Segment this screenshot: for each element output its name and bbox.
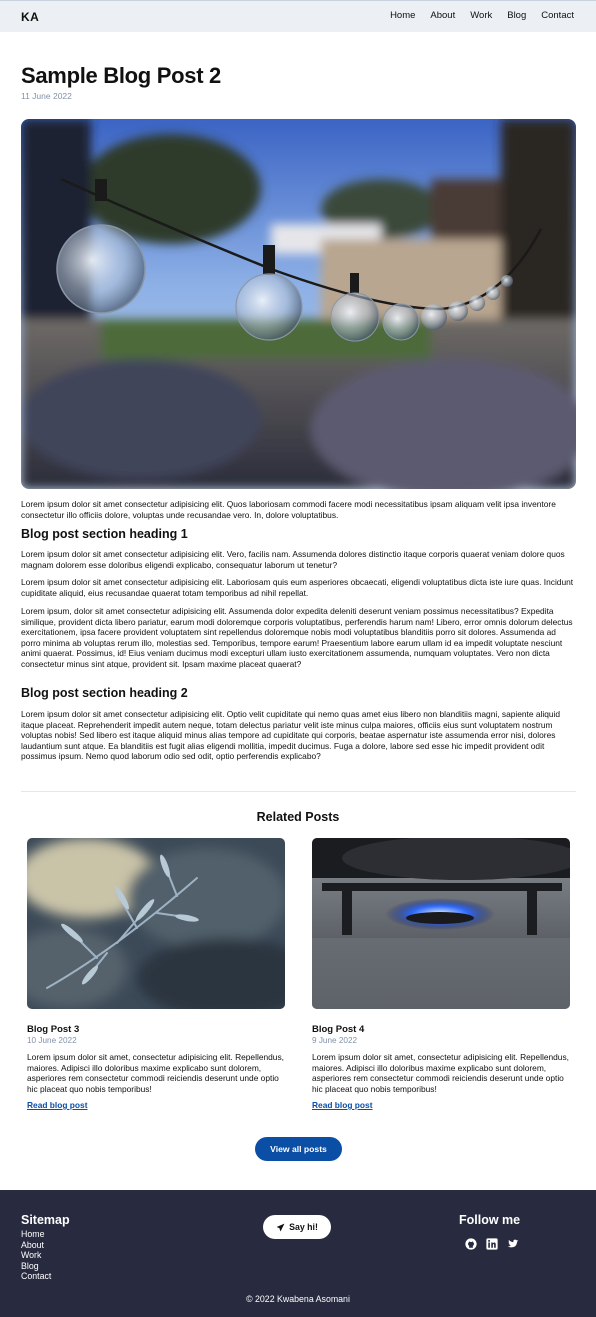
card-date: 9 June 2022 xyxy=(312,1036,358,1045)
section1-paragraph-3: Lorem ipsum, dolor sit amet consectetur … xyxy=(21,606,573,669)
card-title: Blog Post 4 xyxy=(312,1024,365,1035)
post-date: 11 June 2022 xyxy=(21,91,72,101)
read-blog-post-link[interactable]: Read blog post xyxy=(27,1100,88,1110)
nav-about[interactable]: About xyxy=(430,10,455,21)
say-hi-button[interactable]: Say hi! xyxy=(263,1215,331,1239)
section1-paragraph-2: Lorem ipsum dolor sit amet consectetur a… xyxy=(21,577,574,598)
section-divider xyxy=(21,791,576,792)
linkedin-icon[interactable] xyxy=(486,1237,498,1250)
sitemap-title: Sitemap xyxy=(21,1213,70,1227)
post-intro: Lorem ipsum dolor sit amet consectetur a… xyxy=(21,499,556,520)
section-heading-2: Blog post section heading 2 xyxy=(21,686,188,700)
nav-work[interactable]: Work xyxy=(470,10,492,21)
site-footer: Sitemap Home About Work Blog Contact Say… xyxy=(0,1190,596,1317)
hero-image xyxy=(21,119,576,489)
sitemap-list: Home About Work Blog Contact xyxy=(21,1229,51,1282)
view-all-posts-button[interactable]: View all posts xyxy=(255,1137,342,1161)
nav-blog[interactable]: Blog xyxy=(507,10,526,21)
paper-plane-icon xyxy=(276,1223,285,1231)
card-date: 10 June 2022 xyxy=(27,1036,77,1045)
sitemap-about[interactable]: About xyxy=(21,1240,44,1250)
section1-paragraph-1: Lorem ipsum dolor sit amet consectetur a… xyxy=(21,549,565,570)
related-posts-title: Related Posts xyxy=(256,810,340,824)
nav-home[interactable]: Home xyxy=(390,10,415,21)
site-logo[interactable]: KA xyxy=(21,10,39,24)
section2-paragraph-1: Lorem ipsum dolor sit amet consectetur a… xyxy=(21,709,561,762)
say-hi-label: Say hi! xyxy=(289,1222,318,1232)
copyright-text: © 2022 Kwabena Asomani xyxy=(246,1294,350,1304)
github-icon[interactable] xyxy=(465,1237,477,1250)
site-header: KA Home About Work Blog Contact xyxy=(0,0,596,32)
social-links xyxy=(465,1237,519,1250)
card-title: Blog Post 3 xyxy=(27,1024,80,1035)
sitemap-blog[interactable]: Blog xyxy=(21,1261,39,1271)
section-heading-1: Blog post section heading 1 xyxy=(21,527,188,541)
card-excerpt: Lorem ipsum dolor sit amet, consectetur … xyxy=(312,1052,569,1094)
main-nav: Home About Work Blog Contact xyxy=(390,10,574,21)
card-excerpt: Lorem ipsum dolor sit amet, consectetur … xyxy=(27,1052,284,1094)
card-image-gas-stove[interactable] xyxy=(312,838,570,1009)
sitemap-home[interactable]: Home xyxy=(21,1229,44,1239)
nav-contact[interactable]: Contact xyxy=(541,10,574,21)
post-title: Sample Blog Post 2 xyxy=(21,63,221,88)
sitemap-contact[interactable]: Contact xyxy=(21,1271,51,1281)
sitemap-work[interactable]: Work xyxy=(21,1250,41,1260)
follow-me-title: Follow me xyxy=(459,1213,521,1227)
twitter-icon[interactable] xyxy=(507,1237,519,1249)
read-blog-post-link[interactable]: Read blog post xyxy=(312,1100,373,1110)
card-image-olive-branch[interactable] xyxy=(27,838,285,1009)
